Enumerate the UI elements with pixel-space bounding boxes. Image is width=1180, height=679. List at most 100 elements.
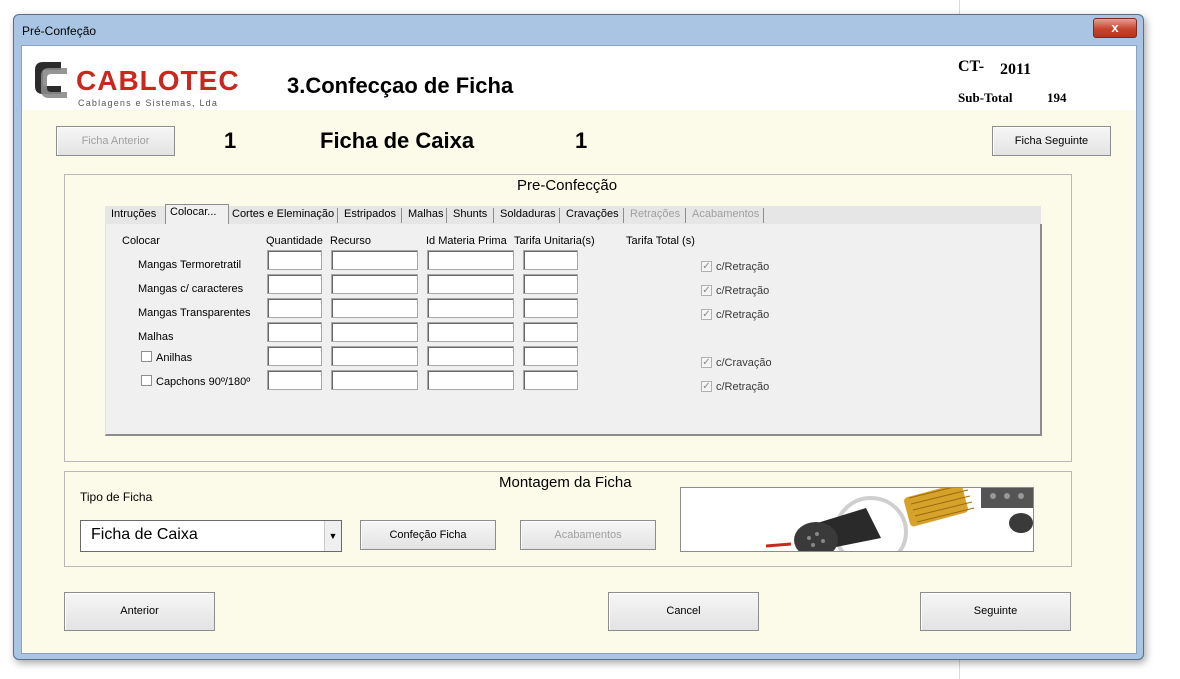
tab-cravacoes[interactable]: Cravações bbox=[566, 206, 619, 223]
column-header-tarifa-total: Tarifa Total (s) bbox=[626, 235, 695, 247]
row-label-anilhas: Anilhas bbox=[156, 352, 193, 364]
cablotec-logo-icon bbox=[35, 62, 67, 98]
close-icon: x bbox=[1111, 20, 1119, 35]
preconfeccao-frame: Pre-Confecção Intruções Colocar... Corte… bbox=[64, 174, 1072, 462]
id-materia-prima-input[interactable] bbox=[427, 346, 514, 366]
recurso-input[interactable] bbox=[331, 370, 418, 390]
recurso-input[interactable] bbox=[331, 274, 418, 294]
ficha-number-right: 1 bbox=[575, 128, 588, 153]
capchons-checkbox[interactable] bbox=[141, 375, 152, 386]
tab-intrucoes[interactable]: Intruções bbox=[111, 206, 156, 223]
retracao-option-label: c/Retração bbox=[716, 309, 770, 321]
quantidade-input[interactable] bbox=[267, 274, 322, 294]
retracao-option-label: c/Retração bbox=[716, 285, 770, 297]
tab-separator bbox=[559, 208, 560, 223]
retracao-option-label: c/Retração bbox=[716, 381, 770, 393]
retracao-checkbox[interactable]: ✓ bbox=[701, 381, 712, 392]
tab-separator bbox=[337, 208, 338, 223]
id-materia-prima-input[interactable] bbox=[427, 298, 514, 318]
retracao-option-label: c/Retração bbox=[716, 261, 770, 273]
connector-photo-icon bbox=[765, 488, 1033, 551]
anterior-button[interactable]: Anterior bbox=[64, 592, 215, 631]
page-title: 3.Confecçao de Ficha bbox=[287, 73, 514, 98]
cravacao-checkbox[interactable]: ✓ bbox=[701, 357, 712, 368]
tarifa-unitaria-input[interactable] bbox=[523, 274, 578, 294]
tab-separator bbox=[685, 208, 686, 223]
quantidade-input[interactable] bbox=[267, 298, 322, 318]
row-label-malhas: Malhas bbox=[138, 331, 174, 343]
retracao-checkbox[interactable]: ✓ bbox=[701, 261, 712, 272]
tab-shunts[interactable]: Shunts bbox=[453, 206, 487, 223]
cancel-button[interactable]: Cancel bbox=[608, 592, 759, 631]
tarifa-unitaria-input[interactable] bbox=[523, 322, 578, 342]
ficha-anterior-button[interactable]: Ficha Anterior bbox=[56, 126, 175, 156]
column-header-quantidade: Quantidade bbox=[266, 235, 323, 247]
chevron-down-icon[interactable]: ▼ bbox=[324, 521, 341, 551]
close-button[interactable]: x bbox=[1093, 18, 1137, 38]
column-header-tarifa-unitaria: Tarifa Unitaria(s) bbox=[514, 235, 595, 247]
confeccao-ficha-button[interactable]: Confeção Ficha bbox=[360, 520, 496, 550]
cravacao-option-label: c/Cravação bbox=[716, 357, 772, 369]
recurso-input[interactable] bbox=[331, 322, 418, 342]
id-materia-prima-input[interactable] bbox=[427, 274, 514, 294]
tipo-ficha-select[interactable]: Ficha de Caixa ▼ bbox=[80, 520, 342, 552]
recurso-input[interactable] bbox=[331, 298, 418, 318]
dialog-window: Pré-Confeção x CABLOTEC Cablagens e Sist… bbox=[13, 14, 1144, 660]
id-materia-prima-input[interactable] bbox=[427, 322, 514, 342]
id-materia-prima-input[interactable] bbox=[427, 370, 514, 390]
ct-label: CT- bbox=[958, 58, 985, 75]
subtotal-value: 194 bbox=[1047, 90, 1067, 105]
tab-retracoes[interactable]: Retrações bbox=[630, 206, 680, 223]
anilhas-checkbox[interactable] bbox=[141, 351, 152, 362]
montagem-frame: Montagem da Ficha Tipo de Ficha Ficha de… bbox=[64, 471, 1072, 567]
window-title: Pré-Confeção bbox=[22, 24, 97, 38]
montagem-title: Montagem da Ficha bbox=[499, 474, 632, 491]
quantidade-input[interactable] bbox=[267, 370, 322, 390]
row-label-mangas-caracteres: Mangas c/ caracteres bbox=[138, 283, 244, 295]
ficha-title: Ficha de Caixa bbox=[320, 128, 475, 153]
acabamentos-button[interactable]: Acabamentos bbox=[520, 520, 656, 550]
ficha-number-left: 1 bbox=[224, 128, 237, 153]
column-header-recurso: Recurso bbox=[330, 235, 371, 247]
tipo-ficha-value: Ficha de Caixa bbox=[91, 526, 198, 543]
recurso-input[interactable] bbox=[331, 250, 418, 270]
retracao-checkbox[interactable]: ✓ bbox=[701, 309, 712, 320]
preconfeccao-title: Pre-Confecção bbox=[517, 177, 618, 194]
tab-soldaduras[interactable]: Soldaduras bbox=[500, 206, 556, 223]
subtotal-label: Sub-Total bbox=[958, 90, 1013, 105]
tab-separator bbox=[623, 208, 624, 223]
recurso-input[interactable] bbox=[331, 346, 418, 366]
ct-value: 2011 bbox=[1000, 61, 1032, 78]
logo-tagline: Cablagens e Sistemas, Lda bbox=[78, 98, 219, 108]
tab-colocar[interactable]: Colocar... bbox=[170, 204, 216, 221]
connector-image bbox=[680, 487, 1034, 552]
tab-separator bbox=[763, 208, 764, 223]
tab-strip: Intruções Colocar... Cortes e Eleminação… bbox=[105, 204, 1041, 225]
tab-cortes[interactable]: Cortes e Eleminação bbox=[232, 206, 334, 223]
retracao-checkbox[interactable]: ✓ bbox=[701, 285, 712, 296]
logo-wordmark: CABLOTEC bbox=[76, 65, 240, 96]
tab-separator bbox=[401, 208, 402, 223]
quantidade-input[interactable] bbox=[267, 322, 322, 342]
colocar-tab-panel: Colocar Quantidade Recurso Id Materia Pr… bbox=[105, 224, 1042, 436]
row-label-capchons: Capchons 90º/180º bbox=[156, 376, 251, 388]
quantidade-input[interactable] bbox=[267, 346, 322, 366]
tab-acabamentos[interactable]: Acabamentos bbox=[692, 206, 759, 223]
id-materia-prima-input[interactable] bbox=[427, 250, 514, 270]
column-header-id-materia-prima: Id Materia Prima bbox=[426, 235, 507, 247]
form-client-area: CABLOTEC Cablagens e Sistemas, Lda 3.Con… bbox=[21, 45, 1137, 654]
tarifa-unitaria-input[interactable] bbox=[523, 346, 578, 366]
tab-malhas[interactable]: Malhas bbox=[408, 206, 443, 223]
quantidade-input[interactable] bbox=[267, 250, 322, 270]
ficha-seguinte-button[interactable]: Ficha Seguinte bbox=[992, 126, 1111, 156]
column-header-colocar: Colocar bbox=[122, 235, 160, 247]
tab-separator bbox=[493, 208, 494, 223]
tipo-ficha-label: Tipo de Ficha bbox=[80, 490, 153, 504]
row-label-mangas-transparentes: Mangas Transparentes bbox=[138, 307, 251, 319]
tab-estripados[interactable]: Estripados bbox=[344, 206, 396, 223]
tarifa-unitaria-input[interactable] bbox=[523, 370, 578, 390]
tarifa-unitaria-input[interactable] bbox=[523, 298, 578, 318]
header-banner: CABLOTEC Cablagens e Sistemas, Lda 3.Con… bbox=[22, 46, 1136, 110]
seguinte-button[interactable]: Seguinte bbox=[920, 592, 1071, 631]
tarifa-unitaria-input[interactable] bbox=[523, 250, 578, 270]
